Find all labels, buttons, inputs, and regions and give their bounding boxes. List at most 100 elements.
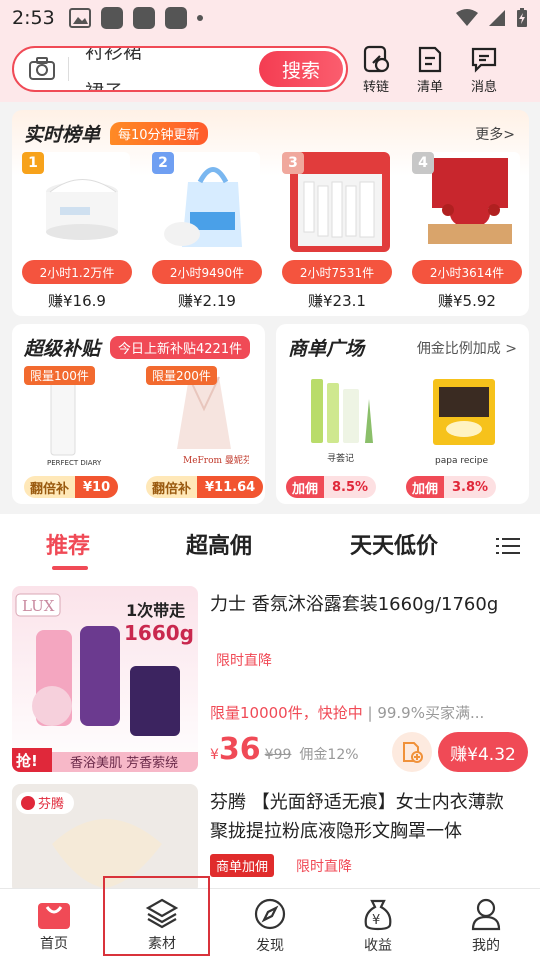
product-title[interactable]: 芬腾 【光面舒适无痕】女士内衣薄款聚拢提拉粉底液隐形文胸罩一体 bbox=[210, 788, 520, 846]
ranking-item[interactable]: 1 2小时1.2万件 赚¥16.9 bbox=[20, 152, 132, 312]
earn-price: 赚¥2.19 bbox=[178, 292, 236, 310]
tab-daily-low-price[interactable]: 天天低价 bbox=[350, 528, 438, 560]
shop-item[interactable]: papa recipe 加佣 3.8% bbox=[406, 366, 518, 500]
thumb-brand: 芬腾 bbox=[38, 796, 64, 812]
product-image bbox=[420, 152, 520, 252]
header: 衬衫裙 裙子 搜索 转链 清单 消息 bbox=[0, 36, 540, 102]
convert-link-label: 转链 bbox=[362, 79, 389, 95]
notification-app-icon bbox=[164, 7, 187, 29]
thumb-banner: 香浴美肌 芳香萦绕 bbox=[70, 756, 178, 771]
user-icon bbox=[471, 898, 501, 931]
product-row[interactable]: 芬腾 芬腾 【光面舒适无痕】女士内衣薄款聚拢提拉粉底液隐形文胸罩一体 商单加佣 … bbox=[0, 784, 540, 894]
list-label: 清单 bbox=[416, 79, 443, 95]
category-menu-icon[interactable] bbox=[496, 536, 520, 556]
share-button[interactable] bbox=[392, 732, 432, 772]
list-button[interactable]: 清单 bbox=[404, 44, 456, 95]
product-stock-info: 限量10000件，快抢中 | 99.9%买家满... bbox=[210, 702, 530, 723]
stock-text: 限量10000件，快抢中 bbox=[210, 704, 363, 722]
nav-mine[interactable]: 我的 bbox=[432, 889, 540, 960]
ranking-more-link[interactable]: 更多> bbox=[475, 124, 515, 144]
current-price: 36 bbox=[218, 732, 261, 767]
brand-text: PERFECT DIARY bbox=[47, 459, 102, 467]
ranking-update-badge: 每10分钟更新 bbox=[110, 122, 208, 145]
tab-high-commission[interactable]: 超高佣 bbox=[186, 528, 252, 560]
nav-earnings[interactable]: ¥ 收益 bbox=[324, 889, 432, 960]
commission-pill: 加佣 3.8% bbox=[406, 476, 497, 498]
thumb-brand: LUX bbox=[22, 597, 55, 615]
search-divider bbox=[68, 57, 69, 81]
status-bar: 2:53 bbox=[0, 0, 540, 36]
search-hint-bottom: 裙子 bbox=[85, 77, 123, 90]
feed-tabs: 推荐 超高佣 天天低价 bbox=[0, 514, 540, 572]
tab-recommend[interactable]: 推荐 bbox=[46, 528, 90, 560]
commission-rate: 佣金12% bbox=[299, 747, 359, 763]
money-bag-icon: ¥ bbox=[364, 899, 392, 931]
wifi-icon bbox=[456, 9, 478, 26]
limit-badge: 限量200件 bbox=[146, 366, 217, 385]
rank-number-badge: 3 bbox=[282, 152, 304, 174]
product-row[interactable]: LUX 1次带走 1660g 抢! 香浴美肌 芳香萦绕 力士 香氛沐浴露套装16… bbox=[0, 586, 540, 776]
subsidy-pill-amount: ¥11.64 bbox=[197, 476, 264, 498]
list-icon bbox=[418, 46, 442, 72]
compass-icon bbox=[254, 898, 286, 930]
search-button[interactable]: 搜索 bbox=[259, 51, 343, 87]
nav-mine-label: 我的 bbox=[472, 938, 500, 954]
sales-tag: 2小时7531件 bbox=[282, 260, 392, 284]
add-to-list-icon bbox=[403, 742, 423, 763]
battery-icon bbox=[517, 8, 527, 27]
product-price: ¥ 36 ¥99 佣金12% bbox=[210, 732, 359, 767]
commission-pill-label: 加佣 bbox=[286, 476, 325, 498]
ranking-card[interactable]: 实时榜单 每10分钟更新 更多> 1 2小时1.2万件 赚¥16.9 2 2小时… bbox=[12, 110, 529, 316]
search-box[interactable]: 衬衫裙 裙子 搜索 bbox=[12, 46, 348, 92]
thumb-promo-line2: 1660g bbox=[124, 621, 194, 645]
ranking-item[interactable]: 4 2小时3614件 赚¥5.92 bbox=[410, 152, 522, 312]
earn-button[interactable]: 赚¥4.32 bbox=[438, 732, 528, 772]
notification-app-icon bbox=[100, 7, 123, 29]
product-thumbnail[interactable]: LUX 1次带走 1660g 抢! 香浴美肌 芳香萦绕 bbox=[12, 586, 198, 772]
home-bag-icon bbox=[38, 903, 70, 929]
shop-plaza-more-link[interactable]: 佣金比例加成 > bbox=[417, 338, 517, 358]
price-drop-tag: 限时直降 bbox=[296, 859, 352, 875]
product-image: papa recipe bbox=[416, 366, 512, 472]
shop-plaza-card[interactable]: 商单广场 佣金比例加成 > 寻荟记 加佣 8.5% papa recipe 加佣… bbox=[276, 324, 529, 504]
subsidy-pill: 翻倍补 ¥11.64 bbox=[146, 476, 264, 498]
convert-link-button[interactable]: 转链 bbox=[350, 44, 402, 95]
nav-discover-label: 发现 bbox=[256, 938, 284, 954]
highlight-box bbox=[103, 876, 210, 956]
product-image: 寻荟记 bbox=[296, 366, 392, 472]
ranking-item[interactable]: 2 2小时9490件 赚¥2.19 bbox=[150, 152, 262, 312]
super-subsidy-card[interactable]: 超级补贴 今日上新补贴4221件 限量100件 PERFECT DIARY 翻倍… bbox=[12, 324, 265, 504]
thumb-promo-line1: 1次带走 bbox=[126, 601, 185, 620]
currency-symbol: ¥ bbox=[210, 747, 219, 763]
original-price: ¥99 bbox=[264, 747, 292, 763]
subsidy-pill: 翻倍补 ¥10 bbox=[24, 476, 119, 498]
active-tab-indicator bbox=[52, 566, 88, 570]
product-image bbox=[290, 152, 390, 252]
limit-badge: 限量100件 bbox=[24, 366, 95, 385]
status-time: 2:53 bbox=[12, 7, 55, 29]
shop-item[interactable]: 寻荟记 加佣 8.5% bbox=[286, 366, 398, 500]
ranking-item[interactable]: 3 2小时7531件 赚¥23.1 bbox=[280, 152, 392, 312]
rank-number-badge: 2 bbox=[152, 152, 174, 174]
subsidy-item[interactable]: 限量200件 MeFrom 曼妮芬 翻倍补 ¥11.64 bbox=[146, 366, 266, 500]
earn-price: 赚¥5.92 bbox=[438, 292, 496, 310]
bottom-nav: 首页 素材 发现 ¥ 收益 我的 bbox=[0, 888, 540, 960]
nav-discover[interactable]: 发现 bbox=[216, 889, 324, 960]
message-button[interactable]: 消息 bbox=[458, 44, 510, 95]
nav-home[interactable]: 首页 bbox=[0, 889, 108, 960]
subsidy-item[interactable]: 限量100件 PERFECT DIARY 翻倍补 ¥10 bbox=[24, 366, 136, 500]
image-notification-icon bbox=[68, 8, 91, 28]
subsidy-pill-label: 翻倍补 bbox=[24, 476, 76, 498]
satisfaction-text: | 99.9%买家满... bbox=[367, 704, 485, 722]
product-title[interactable]: 力士 香氛沐浴露套装1660g/1760g bbox=[210, 590, 520, 619]
subsidy-badge: 今日上新补贴4221件 bbox=[110, 336, 251, 359]
brand-text: MeFrom 曼妮芬 bbox=[183, 454, 249, 466]
shop-plaza-title: 商单广场 bbox=[288, 338, 365, 360]
camera-icon[interactable] bbox=[26, 54, 58, 84]
message-label: 消息 bbox=[470, 79, 497, 95]
nav-earnings-label: 收益 bbox=[364, 938, 392, 954]
commission-pill-amount: 3.8% bbox=[444, 476, 497, 498]
product-feed: 推荐 超高佣 天天低价 LUX 1次带走 1660g 抢! 香浴美肌 芳香萦绕 bbox=[0, 514, 540, 894]
svg-text:¥: ¥ bbox=[372, 913, 380, 928]
message-icon bbox=[471, 47, 497, 73]
